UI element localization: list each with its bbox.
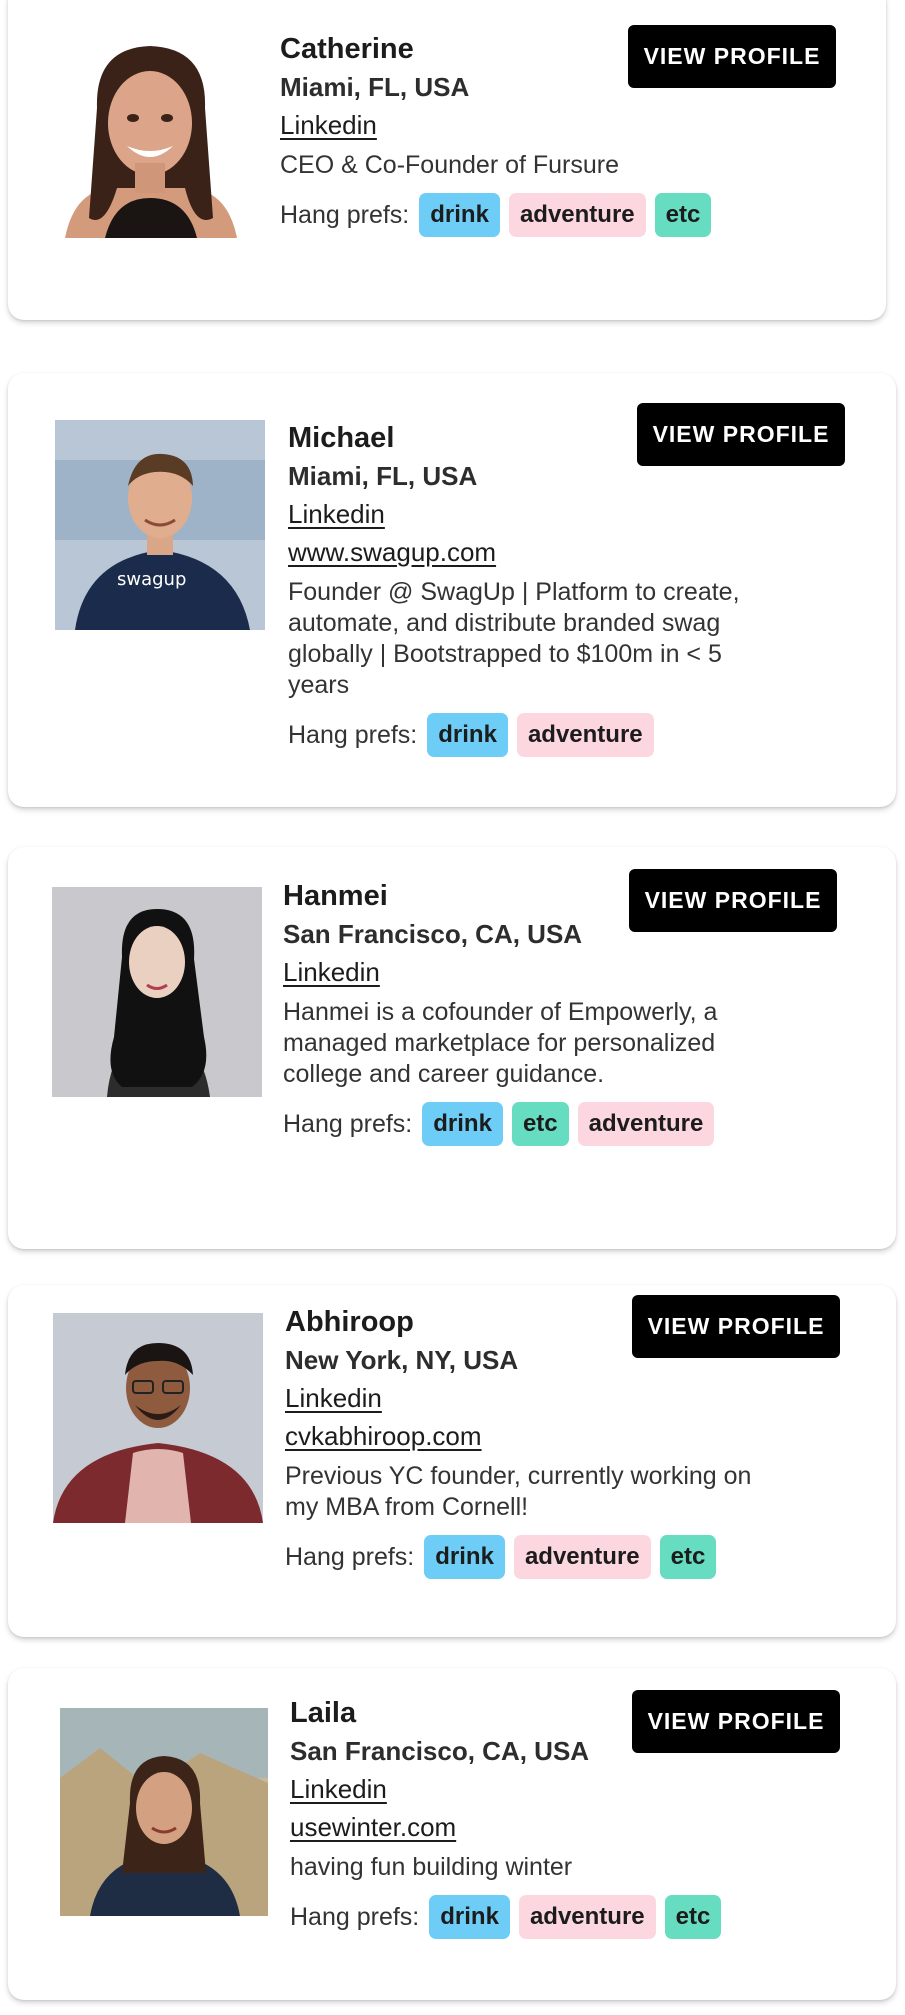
linkedin-link[interactable]: Linkedin: [283, 953, 753, 991]
profile-location: Miami, FL, USA: [280, 72, 470, 102]
hang-prefs-label: Hang prefs:: [283, 1109, 413, 1138]
profile-card: Hanmei San Francisco, CA, USA Linkedin H…: [8, 847, 896, 1249]
website-link[interactable]: www.swagup.com: [288, 533, 758, 571]
profile-photo: [52, 887, 262, 1097]
profile-name: Catherine: [280, 33, 414, 65]
profile-card: Catherine Miami, FL, USA Linkedin CEO & …: [8, 0, 886, 320]
tag-adventure: adventure: [518, 1895, 656, 1939]
website-link[interactable]: usewinter.com: [290, 1808, 760, 1846]
profile-bio: having fun building winter: [290, 1853, 573, 1881]
hang-prefs-label: Hang prefs:: [280, 200, 410, 229]
tag-drink: drink: [427, 713, 508, 757]
profile-card: Laila San Francisco, CA, USA Linkedin us…: [8, 1668, 896, 2000]
hang-prefs: Hang prefs: drink adventure etc: [290, 1895, 760, 1939]
linkedin-link[interactable]: Linkedin: [285, 1379, 755, 1417]
tag-etc: etc: [664, 1895, 722, 1939]
profile-card: Abhiroop New York, NY, USA Linkedin cvka…: [8, 1285, 896, 1637]
svg-text:swagup: swagup: [117, 569, 186, 590]
hang-prefs: Hang prefs: drink etc adventure: [283, 1102, 753, 1146]
profile-bio: Founder @ SwagUp | Platform to create, a…: [288, 578, 740, 699]
tag-adventure: adventure: [508, 193, 646, 237]
view-profile-button[interactable]: VIEW PROFILE: [632, 1690, 840, 1753]
profile-photo: swagup: [55, 420, 265, 630]
tag-adventure: adventure: [577, 1102, 715, 1146]
tag-etc: etc: [511, 1102, 569, 1146]
website-link[interactable]: cvkabhiroop.com: [285, 1417, 755, 1455]
tag-adventure: adventure: [513, 1535, 651, 1579]
hang-prefs: Hang prefs: drink adventure etc: [285, 1535, 755, 1579]
profile-bio: Hanmei is a cofounder of Empowerly, a ma…: [283, 998, 718, 1088]
hang-prefs: Hang prefs: drink adventure: [288, 713, 758, 757]
tag-etc: etc: [659, 1535, 717, 1579]
hang-prefs-label: Hang prefs:: [288, 720, 418, 749]
view-profile-button[interactable]: VIEW PROFILE: [637, 403, 845, 466]
linkedin-link[interactable]: Linkedin: [290, 1770, 760, 1808]
profile-photo: [45, 38, 255, 238]
profile-bio: Previous YC founder, currently working o…: [285, 1462, 752, 1521]
tag-drink: drink: [422, 1102, 503, 1146]
profile-photo: [60, 1708, 268, 1916]
tag-drink: drink: [419, 193, 500, 237]
hang-prefs: Hang prefs: drink adventure etc: [280, 193, 712, 237]
linkedin-link[interactable]: Linkedin: [280, 106, 640, 144]
tag-etc: etc: [654, 193, 712, 237]
view-profile-button[interactable]: VIEW PROFILE: [629, 869, 837, 932]
profile-photo: [53, 1313, 263, 1523]
tag-drink: drink: [424, 1535, 505, 1579]
profile-card: swagup Michael Miami, FL, USA Linkedin w…: [8, 373, 896, 807]
profile-list: Catherine Miami, FL, USA Linkedin CEO & …: [0, 0, 905, 2015]
hang-prefs-label: Hang prefs:: [285, 1542, 415, 1571]
linkedin-link[interactable]: Linkedin: [288, 495, 758, 533]
tag-adventure: adventure: [516, 713, 654, 757]
tag-drink: drink: [429, 1895, 510, 1939]
profile-bio: CEO & Co-Founder of Fursure: [280, 151, 620, 179]
hang-prefs-label: Hang prefs:: [290, 1902, 420, 1931]
view-profile-button[interactable]: VIEW PROFILE: [628, 25, 836, 88]
view-profile-button[interactable]: VIEW PROFILE: [632, 1295, 840, 1358]
